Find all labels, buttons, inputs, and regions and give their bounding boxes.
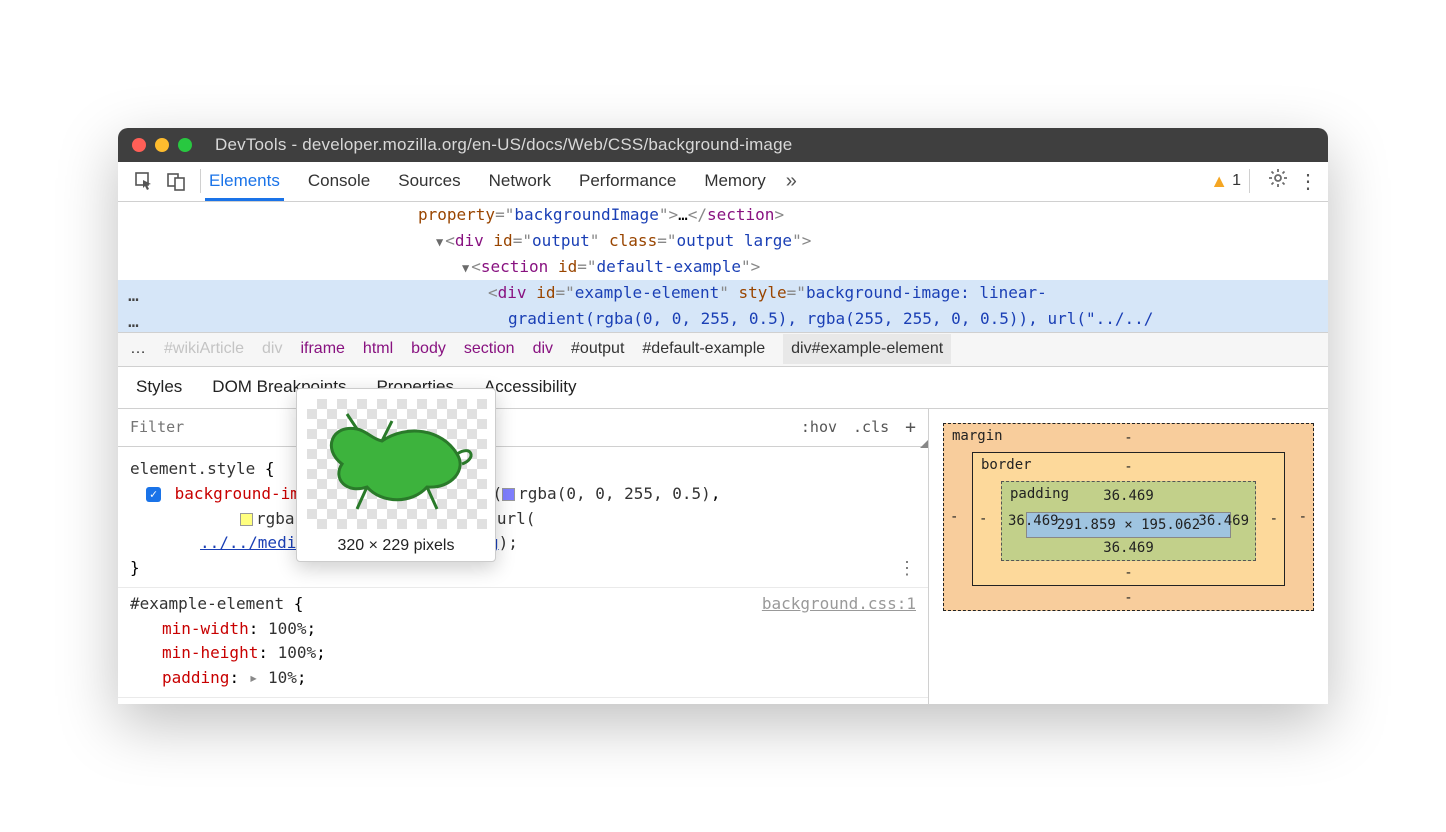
css-property[interactable]: min-height — [162, 643, 258, 662]
minimize-icon[interactable] — [155, 138, 169, 152]
margin-label: margin — [952, 428, 1003, 444]
tab-performance[interactable]: Performance — [579, 163, 676, 199]
style-rule[interactable]: background.css:1 #example-element { min-… — [118, 588, 928, 698]
subtab-styles[interactable]: Styles — [136, 377, 182, 397]
crumb[interactable]: html — [363, 340, 393, 358]
crumb-selected[interactable]: div#example-element — [783, 334, 951, 364]
filter-input[interactable] — [130, 418, 190, 436]
dom-node-selected[interactable]: gradient(rgba(0, 0, 255, 0.5), rgba(255,… — [118, 306, 1328, 332]
rule-selector: #example-element — [130, 594, 284, 613]
crumb[interactable]: #default-example — [642, 340, 765, 358]
tab-elements[interactable]: Elements — [209, 163, 280, 199]
separator — [200, 169, 201, 193]
image-thumbnail — [307, 399, 487, 529]
expand-icon[interactable]: ▼ — [436, 235, 443, 249]
padding-right[interactable]: 36.469 — [1198, 513, 1249, 529]
gear-icon[interactable] — [1268, 168, 1288, 194]
crumb[interactable]: #output — [571, 340, 624, 358]
device-toggle-icon[interactable] — [164, 169, 188, 193]
rule-selector: element.style — [130, 459, 255, 478]
css-property[interactable]: padding — [162, 668, 229, 687]
padding-bottom[interactable]: 36.469 — [1002, 540, 1255, 556]
crumb-overflow[interactable]: … — [130, 340, 146, 358]
padding-label: padding — [1010, 486, 1069, 502]
crumb[interactable]: body — [411, 340, 446, 358]
styles-panel: :hov .cls + element.style { ✓ background… — [118, 409, 928, 704]
dom-node-selected[interactable]: <div id="example-element" style="backgro… — [118, 280, 1328, 306]
close-icon[interactable] — [132, 138, 146, 152]
subtab-accessibility[interactable]: Accessibility — [484, 377, 577, 397]
source-link[interactable]: background.css:1 — [762, 592, 916, 617]
hov-toggle[interactable]: :hov — [801, 418, 837, 436]
separator — [1249, 169, 1250, 193]
computed-panel: margin - - - - border - - - - padding 36… — [928, 409, 1328, 704]
cls-toggle[interactable]: .cls — [853, 418, 889, 436]
main-toolbar: Elements Console Sources Network Perform… — [118, 162, 1328, 202]
filter-bar: :hov .cls + — [118, 409, 928, 447]
color-swatch-icon[interactable] — [502, 488, 515, 501]
new-style-rule-icon[interactable]: + — [905, 417, 916, 438]
style-rule[interactable]: element.style { ✓ background-image: line… — [118, 453, 928, 588]
dom-node[interactable]: property="backgroundImage">…</section> — [118, 202, 1328, 228]
expand-icon[interactable]: ▼ — [462, 261, 469, 275]
rule-menu-icon[interactable]: ⋮ — [898, 555, 916, 583]
padding-left[interactable]: 36.469 — [1008, 513, 1059, 529]
dom-node[interactable]: ▼<section id="default-example"> — [118, 254, 1328, 280]
warning-icon: ▲ — [1210, 171, 1228, 192]
image-preview-tooltip: 320 × 229 pixels — [296, 388, 496, 562]
color-swatch-icon[interactable] — [240, 513, 253, 526]
warning-count: 1 — [1232, 172, 1241, 190]
kebab-menu-icon[interactable]: ⋮ — [1298, 169, 1318, 194]
box-model[interactable]: margin - - - - border - - - - padding 36… — [943, 423, 1314, 611]
border-label: border — [981, 457, 1032, 473]
crumb[interactable]: iframe — [300, 340, 344, 358]
warnings-badge[interactable]: ▲ 1 — [1210, 171, 1241, 192]
crumb[interactable]: div — [533, 340, 553, 358]
panel-tabs: Elements Console Sources Network Perform… — [209, 163, 766, 199]
maximize-icon[interactable] — [178, 138, 192, 152]
inspect-icon[interactable] — [132, 169, 156, 193]
tab-sources[interactable]: Sources — [398, 163, 460, 199]
css-property[interactable]: min-width — [162, 619, 249, 638]
tooltip-caption: 320 × 229 pixels — [307, 537, 485, 555]
property-toggle[interactable]: ✓ — [146, 487, 161, 502]
crumb[interactable]: div — [262, 340, 282, 358]
dom-node[interactable]: ▼<div id="output" class="output large"> — [118, 228, 1328, 254]
dom-tree[interactable]: property="backgroundImage">…</section> ▼… — [118, 202, 1328, 332]
more-tabs-icon[interactable]: » — [786, 170, 797, 193]
tab-memory[interactable]: Memory — [704, 163, 765, 199]
tab-network[interactable]: Network — [489, 163, 551, 199]
window-title: DevTools - developer.mozilla.org/en-US/d… — [215, 135, 792, 155]
crumb[interactable]: #wikiArticle — [164, 340, 244, 358]
breadcrumb: … #wikiArticle div iframe html body sect… — [118, 332, 1328, 367]
tab-console[interactable]: Console — [308, 163, 370, 199]
titlebar: DevTools - developer.mozilla.org/en-US/d… — [118, 128, 1328, 162]
crumb[interactable]: section — [464, 340, 515, 358]
